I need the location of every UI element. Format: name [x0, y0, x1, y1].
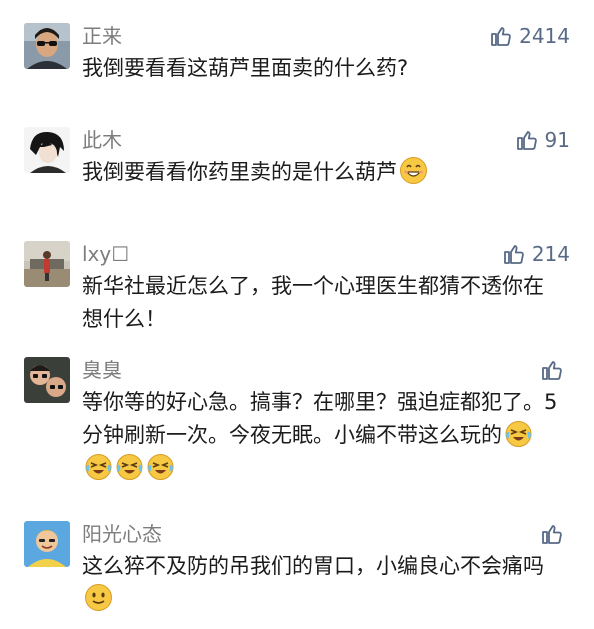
avatar[interactable] — [24, 521, 70, 567]
thumbs-up-icon — [489, 24, 513, 48]
comment-text: 等你等的好心急。搞事？在哪里？强迫症都犯了。5分钟刷新一次。今夜无眠。小编不带这… — [82, 386, 562, 485]
comment-text: 新华社最近怎么了，我一个心理医生都猜不透你在想什么！ — [82, 274, 544, 331]
thumbs-up-icon — [540, 358, 564, 382]
thumbs-up-icon — [540, 522, 564, 546]
like-button[interactable]: 214 — [502, 241, 570, 267]
thumbs-up-icon — [515, 128, 539, 152]
avatar[interactable] — [24, 127, 70, 173]
laughing-crying-emoji — [84, 452, 113, 481]
username[interactable]: 阳光心态 — [82, 521, 162, 547]
like-count: 214 — [531, 242, 570, 266]
thumbs-up-icon — [502, 242, 526, 266]
smiling-face-emoji — [84, 583, 113, 612]
avatar[interactable] — [24, 241, 70, 287]
laughing-crying-emoji — [115, 452, 144, 481]
grinning-face-emoji — [399, 156, 428, 185]
like-button[interactable]: 2414 — [489, 23, 570, 49]
avatar[interactable] — [24, 357, 70, 403]
comment-text: 我倒要看看你药里卖的是什么葫芦 — [82, 156, 562, 189]
comment-text: 这么猝不及防的吊我们的胃口，小编良心不会痛吗 — [82, 550, 562, 616]
like-button[interactable] — [540, 357, 570, 383]
like-button[interactable] — [540, 521, 570, 547]
username[interactable]: 臭臭 — [82, 357, 122, 383]
laughing-crying-emoji — [504, 419, 533, 448]
comment-text: 我倒要看看这葫芦里面卖的什么药? — [82, 56, 409, 80]
like-count: 91 — [544, 128, 570, 152]
username[interactable]: 此木 — [82, 127, 122, 153]
like-button[interactable]: 91 — [515, 127, 570, 153]
avatar[interactable] — [24, 23, 70, 69]
username[interactable]: 正来 — [82, 23, 122, 49]
laughing-crying-emoji — [146, 452, 175, 481]
like-count: 2414 — [519, 24, 570, 48]
username[interactable]: lxy☐ — [82, 241, 129, 267]
